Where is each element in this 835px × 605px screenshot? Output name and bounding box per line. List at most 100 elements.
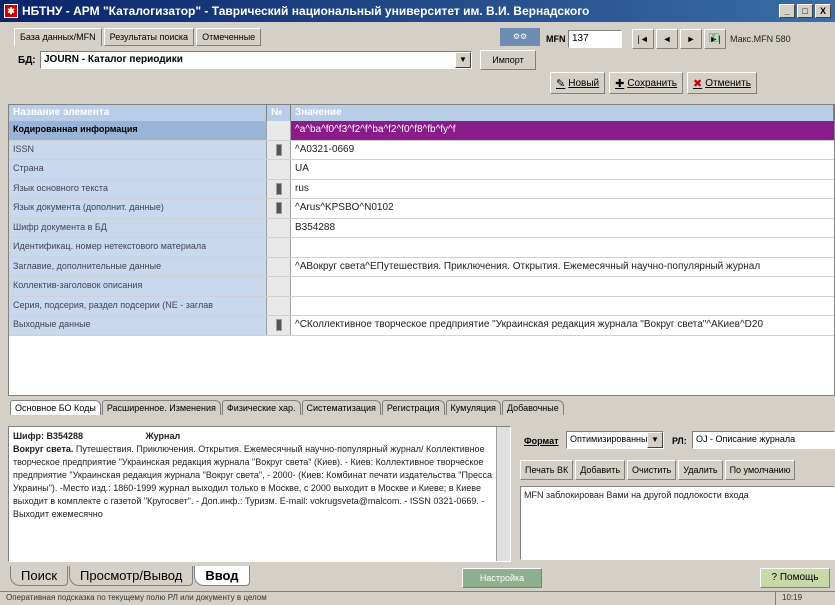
db-select[interactable]: JOURN - Каталог периодики ▼ — [40, 51, 472, 69]
tab-input[interactable]: Ввод — [194, 566, 250, 586]
field-value[interactable] — [291, 277, 834, 296]
record-actions: ✎ Новый ✚ Сохранить ✖ Отменить — [550, 72, 757, 94]
table-row[interactable]: Заглавие, дополнительные данные ^AВокруг … — [9, 257, 834, 277]
field-value[interactable]: ^AВокруг света^EПутешествия. Приключения… — [291, 258, 834, 277]
field-repeat-cell[interactable] — [267, 160, 291, 179]
col-header-value[interactable]: Значение — [291, 105, 834, 121]
settings-button[interactable]: Настройка — [462, 568, 542, 588]
tools-icon[interactable]: ⚙⚙ — [500, 28, 540, 46]
first-record-button[interactable]: |◄ — [632, 29, 654, 49]
repeat-marker-icon[interactable] — [275, 182, 282, 195]
field-repeat-cell[interactable] — [267, 316, 291, 335]
repeat-marker-icon[interactable] — [275, 202, 282, 215]
chevron-down-icon[interactable]: ▼ — [455, 52, 471, 68]
description-scrollbar[interactable] — [496, 427, 510, 561]
subtab-classification[interactable]: Систематизация — [301, 400, 381, 415]
message-box: MFN заблокирован Вами на другой подлокос… — [520, 486, 835, 560]
subtab-cumulation[interactable]: Кумуляция — [445, 400, 501, 415]
max-mfn: Макс.MFN 580 — [730, 34, 791, 44]
field-repeat-cell[interactable] — [267, 179, 291, 198]
prev-record-button[interactable]: ◄ — [656, 29, 678, 49]
field-repeat-cell[interactable] — [267, 238, 291, 257]
table-row[interactable]: Серия, подсерия, раздел подсерии (NE - з… — [9, 296, 834, 316]
table-row[interactable]: Выходные данные ^CКоллективное творческое… — [9, 316, 834, 336]
subtab-extended[interactable]: Расширенное. Изменения — [101, 400, 221, 415]
table-row[interactable]: Язык документа (дополнит. данные) ^Arus^K… — [9, 199, 834, 219]
field-value[interactable]: UA — [291, 160, 834, 179]
mode-tabs: Поиск Просмотр/Вывод Ввод — [10, 566, 250, 586]
chevron-down-icon[interactable]: ▼ — [647, 432, 663, 448]
top-tabs: База данных/MFN Результаты поиска Отмече… — [14, 28, 262, 46]
subtab-physical[interactable]: Физические хар. — [221, 400, 301, 415]
col-header-name[interactable]: Название элемента — [9, 105, 267, 121]
format-select-value: Оптимизированный — [570, 434, 653, 444]
help-button[interactable]: ? Помощь — [760, 568, 830, 588]
minimize-button[interactable]: _ — [779, 4, 795, 18]
field-repeat-cell[interactable] — [267, 218, 291, 237]
table-row[interactable]: ISSN ^A0321-0669 — [9, 140, 834, 160]
new-button[interactable]: ✎ Новый — [550, 72, 606, 94]
next-record-button[interactable]: ► — [680, 29, 702, 49]
new-label: Новый — [568, 77, 600, 89]
rl-select[interactable]: OJ - Описание журнала — [692, 431, 835, 449]
field-name: Выходные данные — [9, 316, 267, 335]
default-button[interactable]: По умолчанию — [724, 460, 796, 480]
table-row[interactable]: Язык основного текста rus — [9, 179, 834, 199]
field-value[interactable] — [291, 297, 834, 316]
field-value[interactable]: ^Arus^KPSBO^N0102 — [291, 199, 834, 218]
worksheet-grid: Название элемента № Значение Кодированна… — [8, 104, 835, 396]
record-type: Журнал — [145, 431, 181, 441]
tab-database[interactable]: База данных/MFN — [14, 28, 102, 46]
field-repeat-cell[interactable] — [267, 199, 291, 218]
repeat-marker-icon[interactable] — [275, 143, 282, 156]
field-value[interactable]: ^a^ba^f0^f3^f2^f^ba^f2^f0^f8^fb^fy^f — [291, 121, 834, 140]
field-value[interactable] — [291, 238, 834, 257]
field-repeat-cell[interactable] — [267, 257, 291, 276]
table-row[interactable]: Идентификац. номер нетекстового материал… — [9, 238, 834, 258]
field-value[interactable]: ^A0321-0669 — [291, 141, 834, 160]
repeat-marker-icon[interactable] — [275, 319, 282, 332]
field-repeat-cell[interactable] — [267, 296, 291, 315]
description-title: Вокруг света. — [13, 444, 74, 454]
mfn-label: MFN — [546, 34, 566, 44]
mfn-input[interactable]: 137 — [568, 30, 622, 48]
format-panel: Формат Оптимизированный ▼ РЛ: OJ - Описа… — [516, 426, 835, 562]
add-button[interactable]: Добавить — [575, 460, 626, 480]
print-card-button[interactable]: Печать ВК — [520, 460, 574, 480]
field-repeat-cell[interactable] — [267, 121, 291, 140]
save-button[interactable]: ✚ Сохранить — [609, 72, 684, 94]
field-value[interactable]: B354288 — [291, 219, 834, 238]
window-title: НБТНУ - АРМ "Каталогизатор" - Таврически… — [22, 4, 590, 18]
field-value[interactable]: ^CКоллективное творческое предприятие "У… — [291, 316, 834, 335]
subtab-basic[interactable]: Основное БО Коды — [10, 400, 101, 415]
app-icon: ✱ — [4, 4, 18, 18]
tab-search-results[interactable]: Результаты поиска — [103, 28, 195, 46]
field-name: Серия, подсерия, раздел подсерии (NE - з… — [9, 296, 267, 315]
status-bar: Оперативная подсказка по текущему полю Р… — [0, 591, 835, 605]
table-row[interactable]: Кодированная информация ^a^ba^f0^f3^f2^f^… — [9, 121, 834, 141]
col-header-number[interactable]: № — [267, 105, 291, 121]
field-name: Идентификац. номер нетекстового материал… — [9, 238, 267, 257]
table-row[interactable]: Коллектив-заголовок описания — [9, 277, 834, 297]
tab-marked[interactable]: Отмеченные — [196, 28, 262, 46]
tab-search[interactable]: Поиск — [10, 566, 69, 586]
db-label: БД: — [18, 55, 36, 66]
tab-view-output[interactable]: Просмотр/Вывод — [69, 566, 194, 586]
table-row[interactable]: Шифр документа в БД B354288 — [9, 218, 834, 238]
subtab-registration[interactable]: Регистрация — [381, 400, 445, 415]
subtab-added[interactable]: Добавочные — [501, 400, 564, 415]
field-name: Страна — [9, 160, 267, 179]
clear-button[interactable]: Очистить — [627, 460, 677, 480]
field-value[interactable]: rus — [291, 180, 834, 199]
table-row[interactable]: Страна UA — [9, 160, 834, 180]
field-repeat-cell[interactable] — [267, 277, 291, 296]
maximize-button[interactable]: □ — [797, 4, 813, 18]
import-button[interactable]: Импорт — [480, 50, 536, 70]
format-select[interactable]: Оптимизированный ▼ — [566, 431, 664, 449]
grid-header: Название элемента № Значение — [9, 105, 834, 121]
delete-button[interactable]: Удалить — [678, 460, 723, 480]
field-repeat-cell[interactable] — [267, 140, 291, 159]
close-button[interactable]: X — [815, 4, 831, 18]
lock-icon[interactable]: ⚿ — [704, 29, 724, 49]
cancel-button[interactable]: ✖ Отменить — [687, 72, 757, 94]
